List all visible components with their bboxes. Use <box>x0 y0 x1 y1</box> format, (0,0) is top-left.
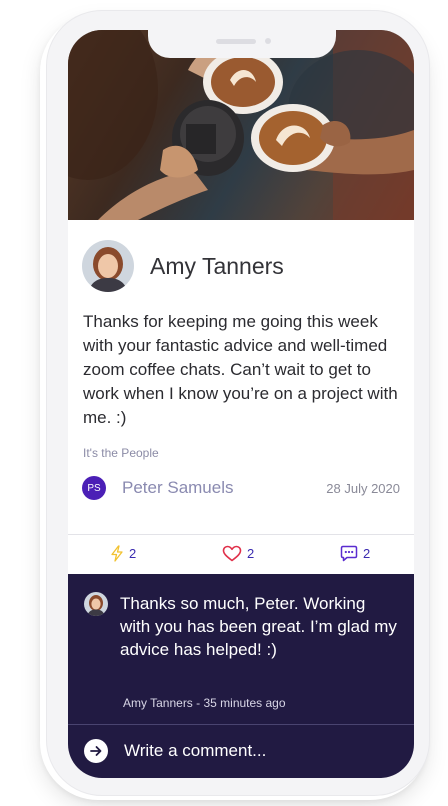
sender-row: PS Peter Samuels 28 July 2020 <box>82 476 400 500</box>
like-count: 2 <box>247 546 255 561</box>
speaker-grille <box>216 39 256 44</box>
front-camera <box>265 38 271 44</box>
comment-count-button[interactable]: 2 <box>340 545 370 562</box>
comment-text: Thanks so much, Peter. Working with you … <box>120 594 397 659</box>
arrow-right-icon <box>90 746 102 756</box>
post-message: Thanks for keeping me going this week wi… <box>83 312 398 427</box>
phone-notch <box>148 30 336 58</box>
comment-meta: Amy Tanners - 35 minutes ago <box>123 696 286 710</box>
comment-count: 2 <box>363 546 371 561</box>
sender-initials-badge[interactable]: PS <box>82 476 106 500</box>
write-comment-input[interactable]: Write a comment... <box>84 739 266 763</box>
sender-name[interactable]: Peter Samuels <box>122 478 234 498</box>
avatar-photo <box>84 592 108 616</box>
reaction-bar: 2 2 2 <box>68 534 414 574</box>
comment-avatar[interactable] <box>84 592 108 616</box>
post-photo <box>68 30 414 220</box>
boost-button[interactable]: 2 <box>110 545 136 562</box>
post-date: 28 July 2020 <box>326 480 400 496</box>
send-button[interactable] <box>84 739 108 763</box>
post-tag[interactable]: It's the People <box>83 446 159 460</box>
avatar[interactable] <box>82 240 134 292</box>
lightning-icon <box>111 545 123 562</box>
boost-count: 2 <box>129 546 137 561</box>
comment-bubble-icon <box>340 545 358 562</box>
avatar-photo <box>82 240 134 292</box>
divider <box>68 724 414 725</box>
like-button[interactable]: 2 <box>222 545 254 562</box>
author-name[interactable]: Amy Tanners <box>150 253 284 280</box>
coffee-toast-image <box>68 30 414 220</box>
write-comment-placeholder[interactable]: Write a comment... <box>124 741 266 761</box>
comment-panel: Thanks so much, Peter. Working with you … <box>68 574 414 778</box>
phone-screen: Amy Tanners Thanks for keeping me going … <box>68 30 414 778</box>
heart-icon <box>222 545 242 562</box>
post-author[interactable]: Amy Tanners <box>82 240 284 292</box>
